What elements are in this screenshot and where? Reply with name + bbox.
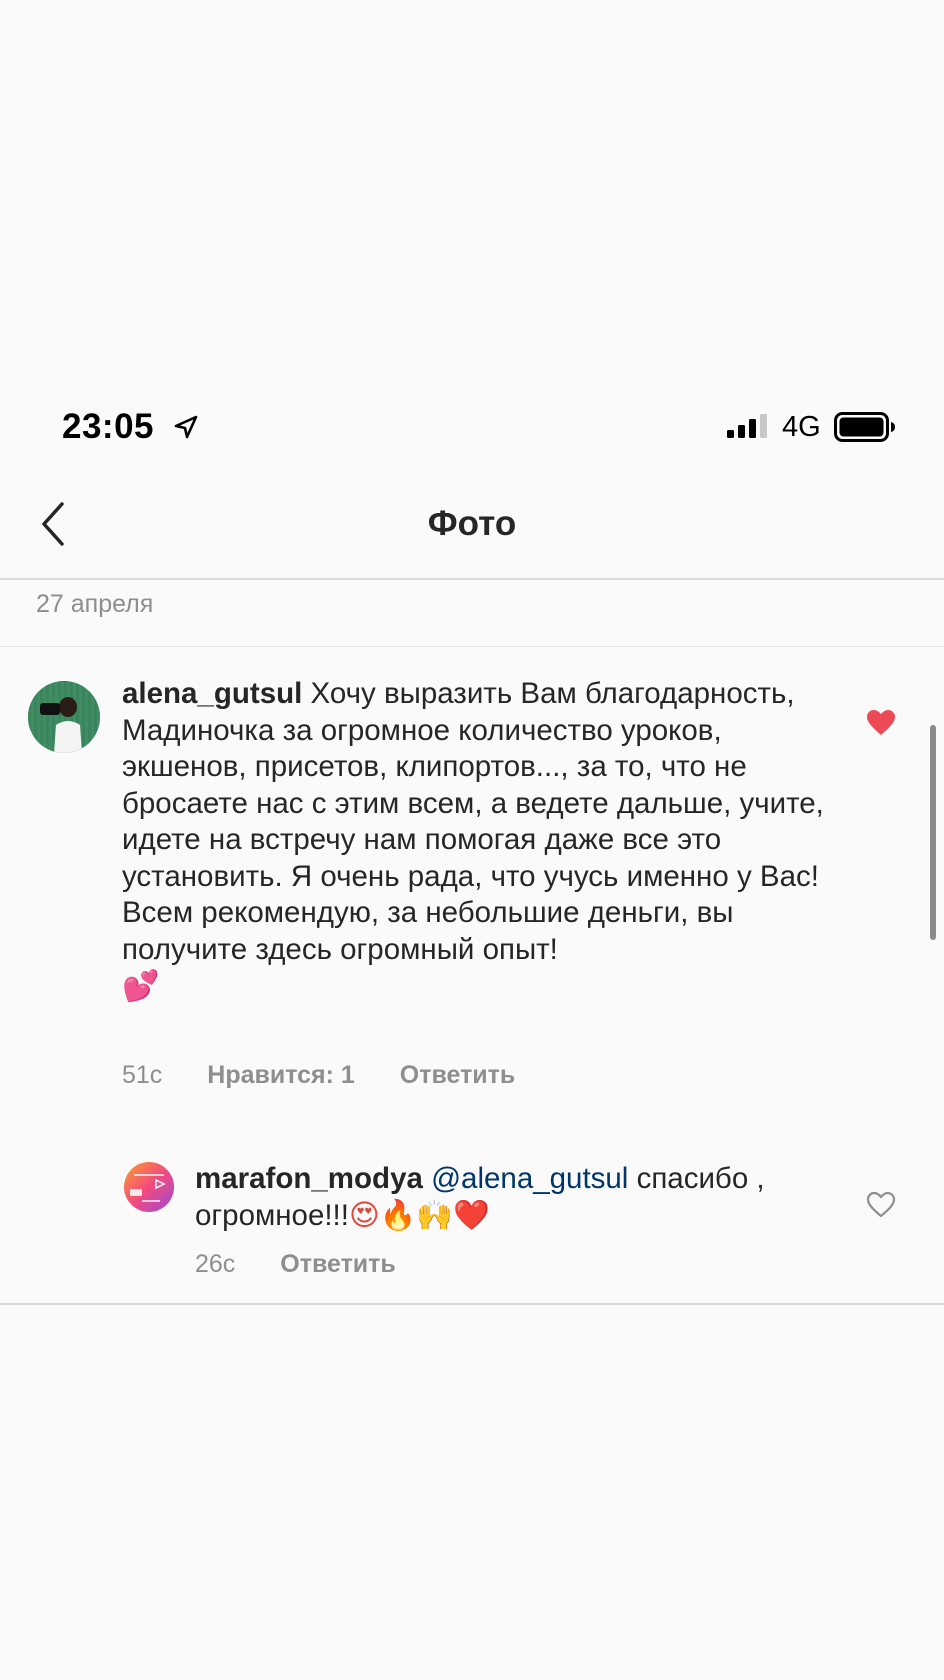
comment-time: 51с [122, 1061, 163, 1089]
avatar-photo [28, 681, 100, 753]
status-time: 23:05 [62, 407, 155, 446]
comment-emoji: 💕 [122, 970, 160, 1003]
comment-body: Хочу выразить Вам благодарность, Мадиноч… [122, 677, 824, 966]
network-label: 4G [782, 411, 821, 443]
battery-icon [834, 412, 895, 442]
comment-username[interactable]: marafon_modya [195, 1162, 423, 1195]
section-divider [0, 1303, 944, 1305]
heart-filled-icon[interactable] [866, 709, 896, 737]
nav-header: Фото [0, 470, 944, 580]
reply-comment-text: marafon_modya @alena_gutsul спасибо , ог… [195, 1160, 835, 1234]
page-title: Фото [427, 504, 517, 543]
comment-emoji: 😍🔥🙌❤️ [348, 1199, 490, 1232]
comment-time: 26с [195, 1250, 236, 1278]
heart-outline-icon[interactable] [866, 1191, 896, 1219]
comment-text: alena_gutsul Хочу выразить Вам благодарн… [122, 676, 832, 1006]
signal-icon [727, 414, 767, 438]
avatar-photo [130, 1174, 166, 1202]
comment-username[interactable]: alena_gutsul [122, 677, 302, 710]
location-arrow-icon [174, 415, 198, 439]
reply-comment-meta: 26с Ответить [195, 1250, 434, 1279]
scrollbar[interactable] [930, 725, 936, 940]
post-date-row: 27 апреля [0, 580, 944, 647]
avatar[interactable] [124, 1162, 174, 1212]
mention-link[interactable]: @alena_gutsul [431, 1162, 628, 1195]
reply-button[interactable]: Ответить [400, 1061, 516, 1090]
comment-meta: 51с Нравится: 1 Ответить [122, 1061, 553, 1090]
avatar[interactable] [28, 681, 100, 753]
post-date: 27 апреля [36, 590, 154, 618]
likes-count-button[interactable]: Нравится: 1 [207, 1061, 355, 1090]
status-bar: 23:05 4G [0, 395, 944, 455]
reply-button[interactable]: Ответить [280, 1250, 396, 1279]
